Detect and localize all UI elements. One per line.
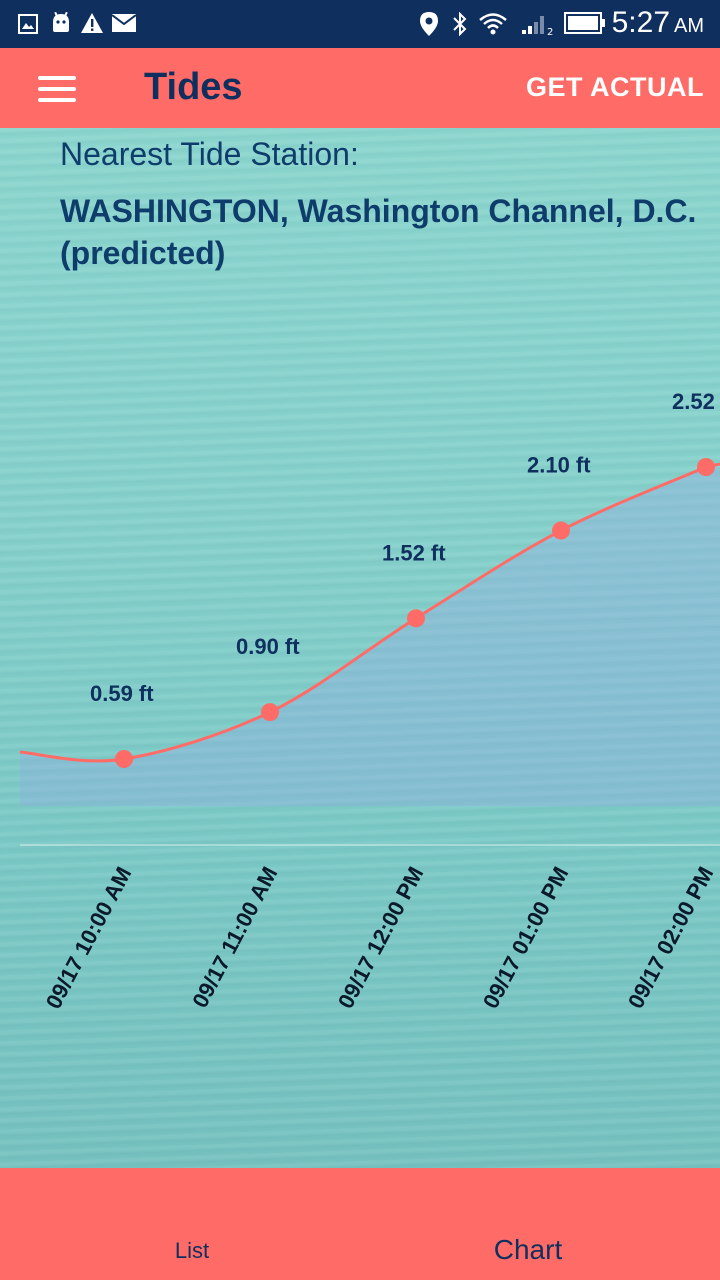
- status-time: 5:27 AM: [611, 6, 704, 39]
- x-tick-label: 09/17 12:00 PM: [333, 863, 429, 1013]
- tide-point-label: 2.52: [672, 389, 715, 414]
- wifi-icon: [479, 13, 507, 35]
- tide-chart-area: Nearest Tide Station: WASHINGTON, Washin…: [0, 128, 720, 1168]
- bluetooth-icon: [453, 12, 467, 36]
- tide-point[interactable]: [261, 703, 279, 722]
- status-bar: 2 5:27 AM: [0, 0, 720, 48]
- warning-icon: [81, 13, 103, 33]
- x-tick-label: 09/17 02:00 PM: [623, 863, 719, 1013]
- bottom-nav: List Chart: [0, 1168, 720, 1280]
- app-title: Tides: [144, 66, 243, 108]
- tab-list[interactable]: List: [12, 1168, 372, 1280]
- x-tick-label: 09/17 11:00 AM: [187, 863, 282, 1012]
- tab-chart[interactable]: Chart: [348, 1168, 708, 1280]
- svg-text:2: 2: [547, 27, 553, 36]
- tab-chart-label: Chart: [493, 1234, 563, 1265]
- battery-icon: [564, 12, 605, 34]
- location-icon: [420, 12, 438, 36]
- tide-point[interactable]: [552, 521, 570, 540]
- mail-icon: [112, 14, 136, 32]
- tide-point[interactable]: [115, 750, 133, 768]
- tide-chart: 0.59 ft 0.90 ft 1.52 ft 2.10 ft 2.52 09/17 10…: [19, 389, 720, 1013]
- x-tick-label: 09/17 01:00 PM: [478, 863, 574, 1013]
- tide-point[interactable]: [697, 458, 715, 476]
- tide-point-label: 0.59 ft: [90, 681, 154, 706]
- tide-point-label: 2.10 ft: [527, 453, 591, 478]
- image-icon: [18, 14, 38, 34]
- tide-point-label: 0.90 ft: [236, 634, 300, 659]
- menu-icon[interactable]: [38, 76, 76, 102]
- tab-list-label: List: [174, 1238, 210, 1263]
- get-actual-button[interactable]: GET ACTUAL: [526, 72, 704, 103]
- x-tick-label: 09/17 10:00 AM: [41, 863, 137, 1013]
- tide-point-label: 1.52 ft: [382, 540, 446, 565]
- android-icon: [53, 12, 69, 32]
- signal-icon: 2: [522, 16, 553, 36]
- app-bar: Tides GET ACTUAL: [0, 48, 720, 128]
- tide-point[interactable]: [407, 609, 425, 628]
